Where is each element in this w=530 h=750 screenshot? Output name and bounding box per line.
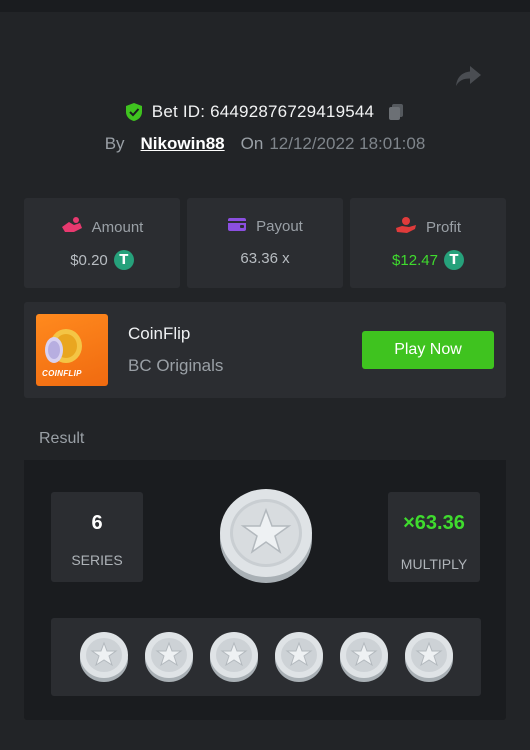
amount-header: Amount — [24, 216, 180, 238]
thumbnail-label: COINFLIP — [42, 369, 82, 378]
copy-icon[interactable] — [386, 102, 406, 122]
play-now-button[interactable]: Play Now — [362, 331, 494, 369]
multiply-box: ×63.36 MULTIPLY — [388, 492, 480, 582]
coinflip-thumbnail[interactable]: COINFLIP — [36, 314, 108, 386]
amount-icon — [61, 216, 83, 238]
multiply-label: MULTIPLY — [400, 556, 468, 572]
tether-coin-icon: T — [113, 250, 134, 270]
series-coin-icon — [79, 631, 129, 683]
top-bar — [0, 0, 530, 12]
payout-card: Payout 63.36 x — [187, 198, 343, 288]
series-label: SERIES — [71, 552, 123, 568]
shield-check-icon — [124, 102, 144, 122]
payout-value-row: 63.36 x — [187, 250, 343, 267]
series-coin-icon — [274, 631, 324, 683]
payout-value: 63.36 x — [240, 250, 290, 267]
profit-value: $12.47 — [392, 251, 438, 269]
bet-id-label: Bet ID: — [151, 102, 211, 121]
series-value: 6 — [91, 512, 103, 534]
result-header: Result — [24, 414, 506, 460]
series-coin-icon — [209, 631, 259, 683]
profit-label: Profit — [425, 218, 461, 236]
profit-header: Profit — [350, 216, 506, 238]
wallet-icon — [227, 216, 247, 236]
bet-id-row: Bet ID: 64492876729419544 — [0, 100, 530, 124]
on-label: On — [240, 134, 264, 153]
bet-meta-row: By Nikowin88 On 12/12/2022 18:01:08 — [0, 132, 530, 156]
payout-label: Payout — [256, 217, 303, 235]
by-label: By — [104, 134, 125, 153]
multiply-value: ×63.36 — [403, 512, 465, 534]
amount-value: $0.20 — [70, 251, 108, 269]
bet-id-text: Bet ID: 64492876729419544 — [152, 102, 374, 122]
game-provider: BC Originals — [128, 356, 224, 375]
series-coin-icon — [404, 631, 454, 683]
share-icon[interactable] — [454, 64, 482, 88]
result-coin-icon — [218, 486, 314, 584]
bet-id-value: 64492876729419544 — [210, 102, 375, 121]
result-panel: Result 6 SERIES ×63.36 MULTIPLY — [24, 414, 506, 720]
result-label: Result — [39, 430, 85, 447]
profit-hand-icon — [395, 216, 417, 238]
series-coin-icon — [144, 631, 194, 683]
series-box: 6 SERIES — [51, 492, 143, 582]
tether-coin-icon: T — [443, 250, 464, 270]
profit-value-row: $12.47 T — [350, 250, 506, 270]
series-coin-icon — [339, 631, 389, 683]
amount-card: Amount $0.20 T — [24, 198, 180, 288]
bet-date: 12/12/2022 18:01:08 — [269, 134, 426, 153]
game-name: CoinFlip — [128, 324, 191, 343]
amount-value-row: $0.20 T — [24, 250, 180, 270]
amount-label: Amount — [91, 218, 144, 236]
coin-series-strip — [51, 618, 481, 696]
game-card: COINFLIP CoinFlip BC Originals Play Now — [24, 302, 506, 398]
payout-header: Payout — [187, 216, 343, 236]
profit-card: Profit $12.47 T — [350, 198, 506, 288]
username-link[interactable]: Nikowin88 — [141, 134, 225, 154]
